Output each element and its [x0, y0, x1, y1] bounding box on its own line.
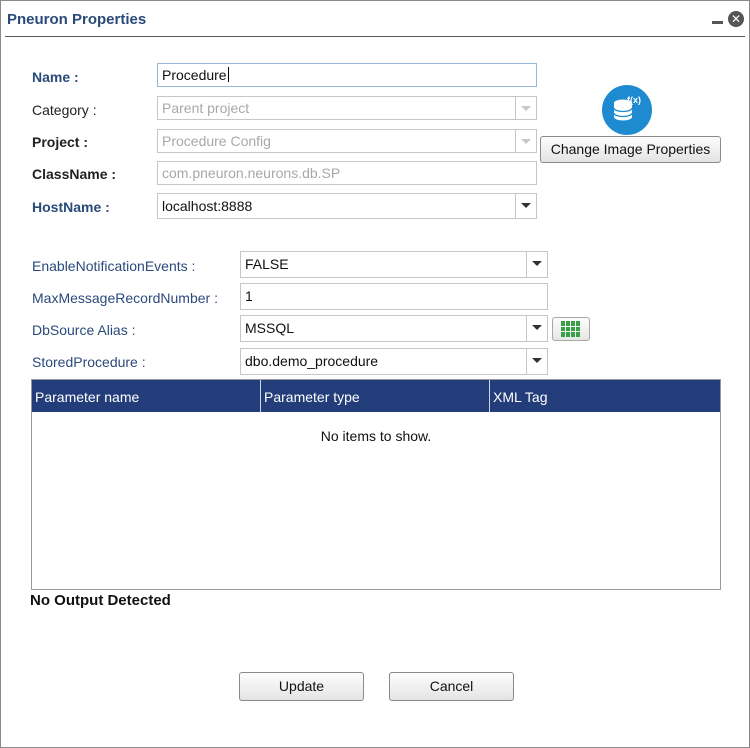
name-value: Procedure — [162, 67, 227, 83]
max-message-input[interactable]: 1 — [240, 283, 548, 310]
chevron-down-icon — [526, 316, 547, 341]
project-select[interactable]: Procedure Config — [157, 129, 537, 153]
dbsource-select[interactable]: MSSQL — [240, 315, 548, 342]
text-cursor — [227, 67, 229, 82]
minimize-icon[interactable] — [712, 21, 723, 24]
max-message-label: MaxMessageRecordNumber : — [32, 290, 218, 306]
chevron-down-icon — [515, 97, 536, 119]
column-header-parameter-name[interactable]: Parameter name — [32, 380, 261, 412]
hostname-label: HostName : — [32, 199, 110, 215]
dbsource-label: DbSource Alias : — [32, 322, 136, 338]
column-header-xml-tag[interactable]: XML Tag — [490, 380, 720, 412]
close-icon[interactable]: ✕ — [728, 11, 744, 27]
project-value: Procedure Config — [162, 133, 271, 149]
category-value: Parent project — [162, 100, 250, 116]
stored-procedure-value: dbo.demo_procedure — [245, 353, 379, 369]
enable-notification-label: EnableNotificationEvents : — [32, 258, 196, 274]
category-select[interactable]: Parent project — [157, 96, 537, 120]
classname-label: ClassName : — [32, 166, 117, 182]
classname-input[interactable]: com.pneuron.neurons.db.SP — [157, 161, 537, 185]
empty-table-message: No items to show. — [320, 428, 432, 444]
grid-table-button[interactable] — [552, 317, 590, 341]
name-input[interactable]: Procedure — [157, 63, 537, 87]
dialog-title: Pneuron Properties — [7, 11, 147, 28]
chevron-down-icon — [526, 252, 547, 277]
hostname-value: localhost:8888 — [162, 198, 253, 214]
cancel-button[interactable]: Cancel — [389, 672, 514, 701]
category-label: Category : — [32, 102, 97, 118]
name-label: Name : — [32, 69, 79, 85]
stored-procedure-label: StoredProcedure : — [32, 354, 146, 370]
stored-procedure-select[interactable]: dbo.demo_procedure — [240, 348, 548, 375]
project-label: Project : — [32, 134, 89, 150]
max-message-value: 1 — [245, 288, 253, 304]
classname-value: com.pneuron.neurons.db.SP — [162, 165, 341, 181]
chevron-down-icon — [526, 349, 547, 374]
pneuron-properties-dialog: Pneuron Properties ✕ Name : Procedure Ca… — [0, 0, 750, 748]
update-button[interactable]: Update — [239, 672, 364, 701]
enable-notification-value: FALSE — [245, 256, 289, 272]
function-icon: f(x) — [627, 95, 641, 105]
parameter-table: Parameter name Parameter type XML Tag No… — [31, 379, 721, 590]
enable-notification-select[interactable]: FALSE — [240, 251, 548, 278]
title-bar: Pneuron Properties ✕ — [1, 1, 749, 37]
output-status: No Output Detected — [30, 592, 171, 609]
chevron-down-icon — [515, 194, 536, 218]
grid-table-icon — [561, 321, 580, 337]
table-header: Parameter name Parameter type XML Tag — [32, 380, 720, 412]
title-divider — [5, 36, 745, 37]
chevron-down-icon — [515, 130, 536, 152]
database-function-icon: f(x) — [602, 85, 652, 135]
dbsource-value: MSSQL — [245, 320, 295, 336]
change-image-properties-button[interactable]: Change Image Properties — [540, 136, 721, 163]
column-header-parameter-type[interactable]: Parameter type — [261, 380, 490, 412]
hostname-select[interactable]: localhost:8888 — [157, 193, 537, 219]
